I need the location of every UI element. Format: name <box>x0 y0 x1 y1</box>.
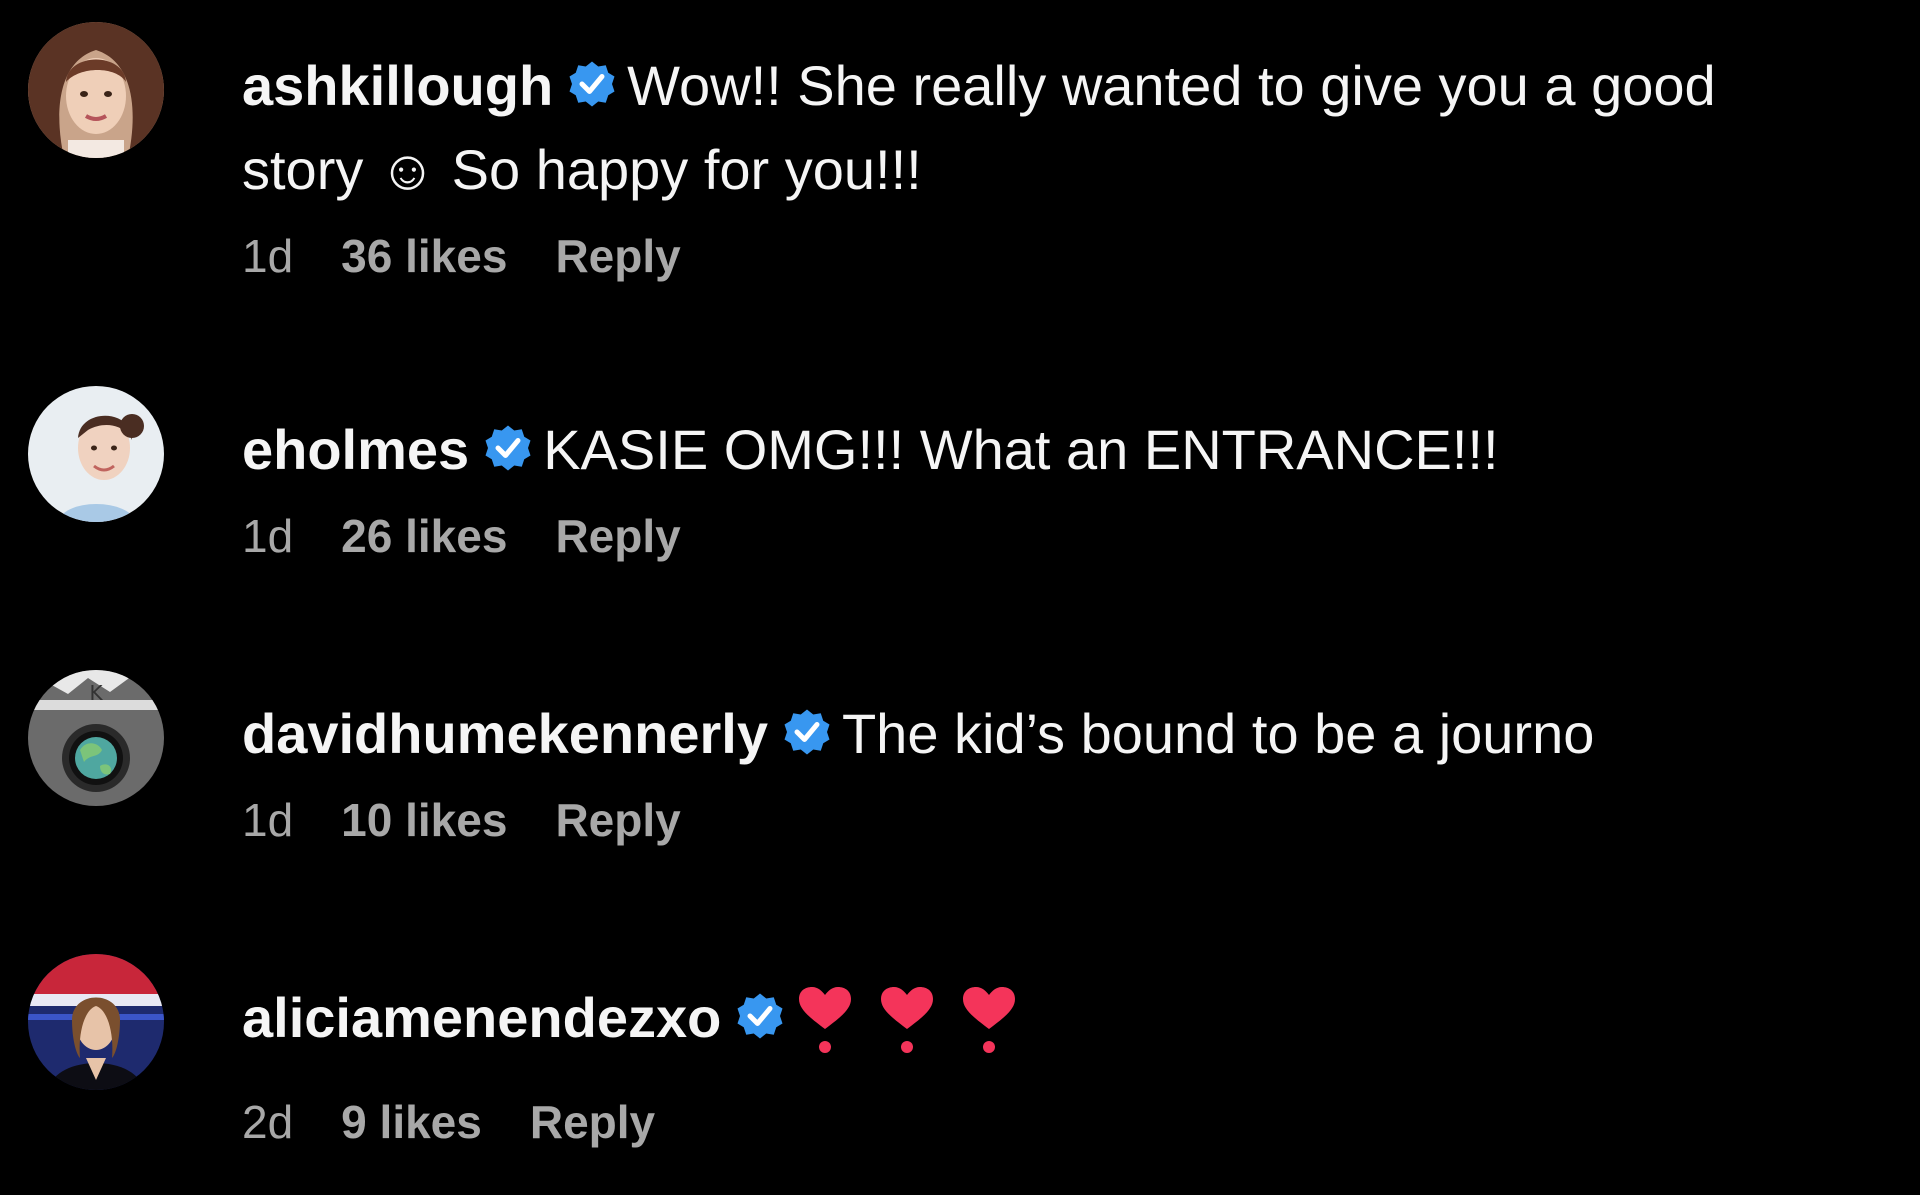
comment-message: KASIE OMG!!! What an ENTRANCE!!! <box>543 418 1499 481</box>
likes-count[interactable]: 10 likes <box>341 794 507 846</box>
comment-text: eholmes KASIE OMG!!! What an ENTRANCE!!! <box>242 408 1862 492</box>
verified-badge-icon <box>735 991 785 1041</box>
verified-badge-icon <box>567 59 617 109</box>
verified-badge-icon <box>483 423 533 473</box>
comment-message: The kid’s bound to be a journo <box>841 702 1595 765</box>
comment-meta: 1d 36 likes Reply <box>242 226 1862 286</box>
comment-text: ashkillough Wow!! She really wanted to gi… <box>242 44 1862 128</box>
comment-body: aliciamenendezxo 2d 9 likes Reply <box>242 976 1862 1152</box>
comment-body: eholmes KASIE OMG!!! What an ENTRANCE!!! … <box>242 408 1862 566</box>
likes-count[interactable]: 26 likes <box>341 510 507 562</box>
heavy-heart-exclamation-icon <box>877 985 937 1055</box>
comment-text: davidhumekennerly The kid’s bound to be a… <box>242 692 1862 776</box>
avatar-image <box>28 386 164 522</box>
verified-badge-icon <box>782 707 832 757</box>
comment-meta: 2d 9 likes Reply <box>242 1092 1862 1152</box>
avatar-image: K <box>28 670 164 806</box>
username-link[interactable]: eholmes <box>242 418 469 481</box>
comment-text: aliciamenendezxo <box>242 976 1862 1078</box>
comment-age: 1d <box>242 230 294 282</box>
reply-button[interactable]: Reply <box>555 230 680 282</box>
reply-button[interactable]: Reply <box>555 794 680 846</box>
comment-message <box>795 985 1041 1078</box>
username-link[interactable]: ashkillough <box>242 54 553 117</box>
comment-body: davidhumekennerly The kid’s bound to be a… <box>242 692 1862 850</box>
reply-button[interactable]: Reply <box>555 510 680 562</box>
comment-message: Wow!! She really wanted to give you a go… <box>627 54 1716 117</box>
username-link[interactable]: aliciamenendezxo <box>242 986 721 1049</box>
heavy-heart-exclamation-icon <box>795 985 855 1055</box>
avatar-image <box>28 22 164 158</box>
comment-list: ashkillough Wow!! She really wanted to gi… <box>0 0 1920 1195</box>
comment-text-continued: story ☺ So happy for you!!! <box>242 138 922 201</box>
comment-age: 1d <box>242 510 294 562</box>
avatar[interactable] <box>28 386 164 522</box>
avatar[interactable]: K <box>28 670 164 806</box>
comment-meta: 1d 26 likes Reply <box>242 506 1862 566</box>
username-link[interactable]: davidhumekennerly <box>242 702 768 765</box>
comment-meta: 1d 10 likes Reply <box>242 790 1862 850</box>
reply-button[interactable]: Reply <box>530 1096 655 1148</box>
avatar-letter: K <box>89 681 103 705</box>
comment-age: 1d <box>242 794 294 846</box>
avatar[interactable] <box>28 954 164 1090</box>
likes-count[interactable]: 36 likes <box>341 230 507 282</box>
avatar-image <box>28 954 164 1090</box>
likes-count[interactable]: 9 likes <box>341 1096 482 1148</box>
comment-body: ashkillough Wow!! She really wanted to gi… <box>242 44 1862 286</box>
comment-age: 2d <box>242 1096 294 1148</box>
heavy-heart-exclamation-icon <box>959 985 1019 1055</box>
avatar[interactable] <box>28 22 164 158</box>
